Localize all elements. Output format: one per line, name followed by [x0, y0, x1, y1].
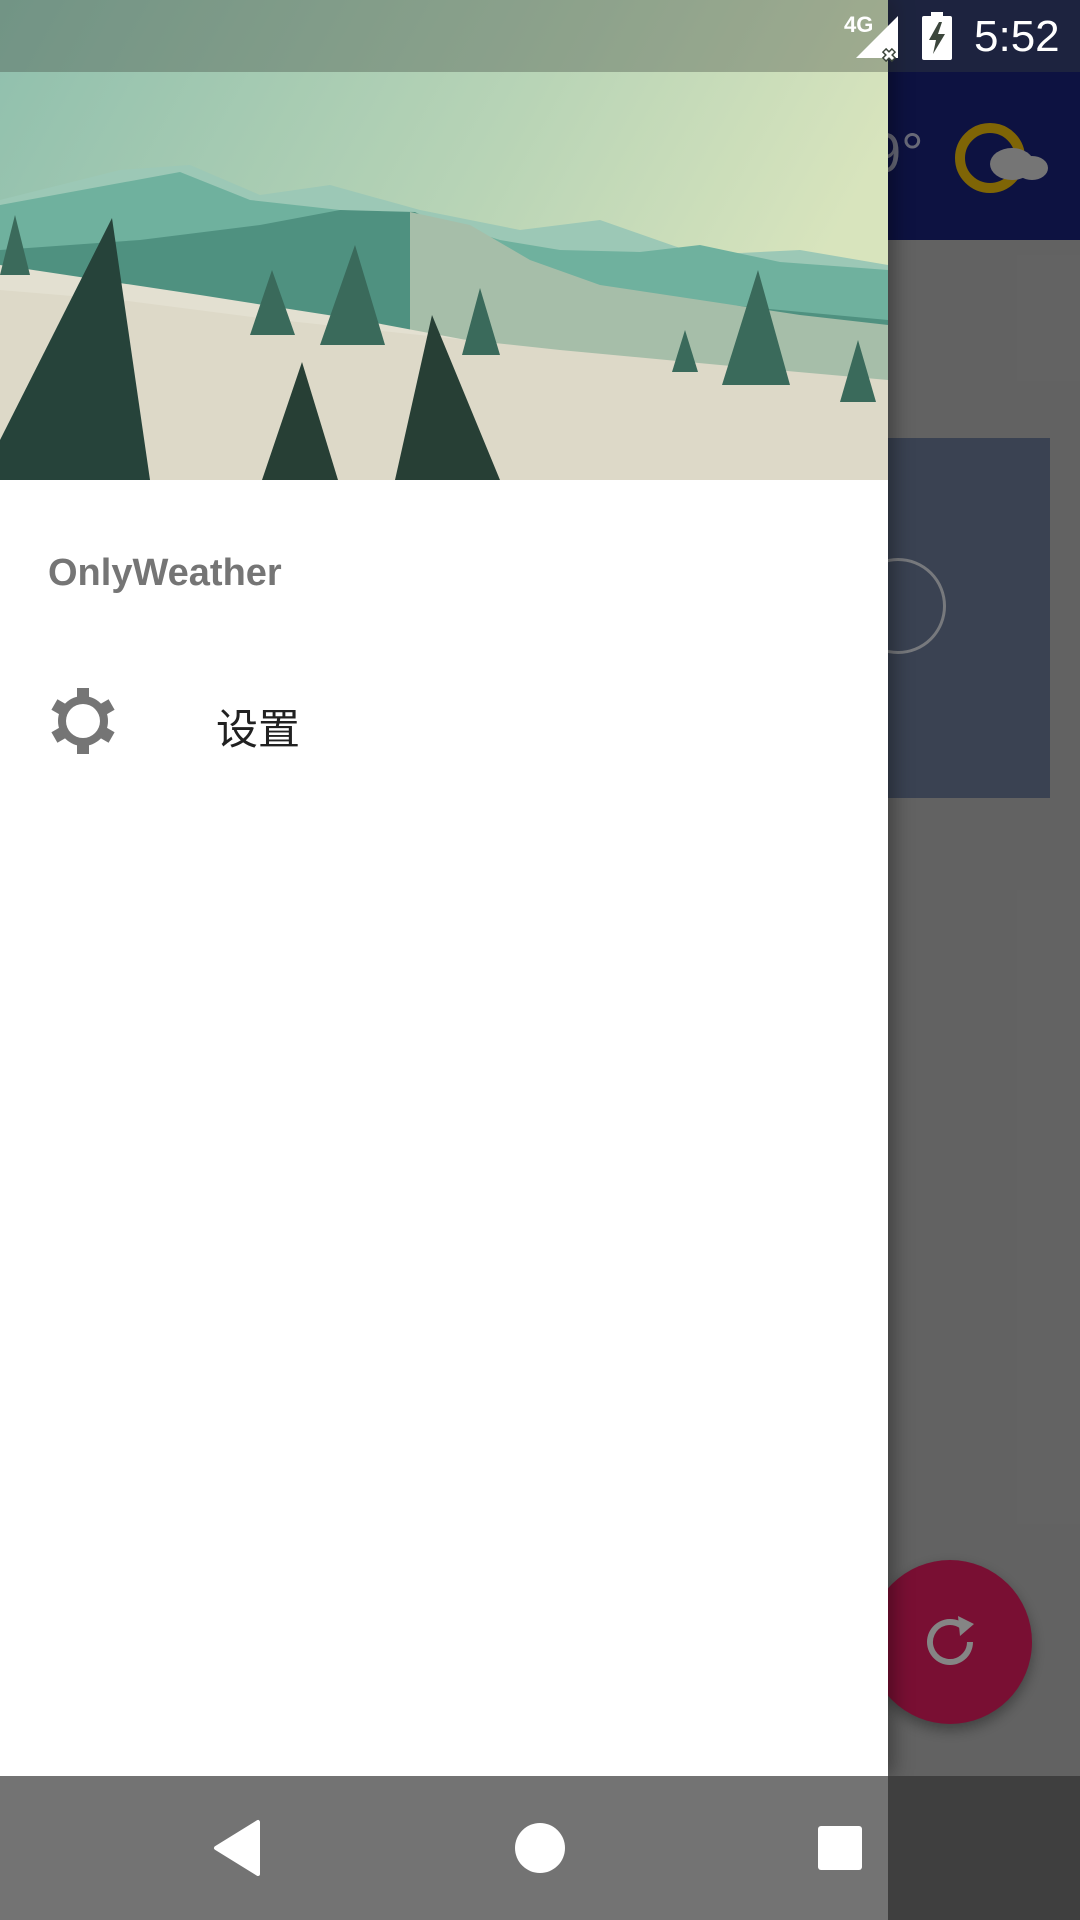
gear-icon: [50, 688, 116, 754]
back-icon: [214, 1820, 260, 1876]
navigation-drawer: OnlyWeather 设置: [0, 0, 888, 1776]
recents-button[interactable]: [780, 1776, 900, 1920]
home-icon: [515, 1823, 565, 1873]
status-bar: 4G 5:52: [0, 0, 1080, 72]
battery-charging-icon: [922, 12, 952, 65]
menu-item-label: 设置: [216, 705, 301, 754]
drawer-header-image: [0, 0, 888, 480]
home-button[interactable]: [480, 1776, 600, 1920]
clock: 5:52: [974, 12, 1060, 61]
menu-item-settings[interactable]: 设置: [0, 670, 888, 770]
navigation-bar: [0, 1776, 1080, 1920]
back-button[interactable]: [180, 1776, 300, 1920]
screen: 9° OnlyWeather 设置 4G 5:52: [0, 0, 1080, 1920]
app-name: OnlyWeather: [48, 552, 282, 594]
signal-no-data-icon: [852, 14, 900, 67]
recents-icon: [818, 1826, 862, 1870]
navigation-bar-drawer-area: [0, 1776, 888, 1920]
